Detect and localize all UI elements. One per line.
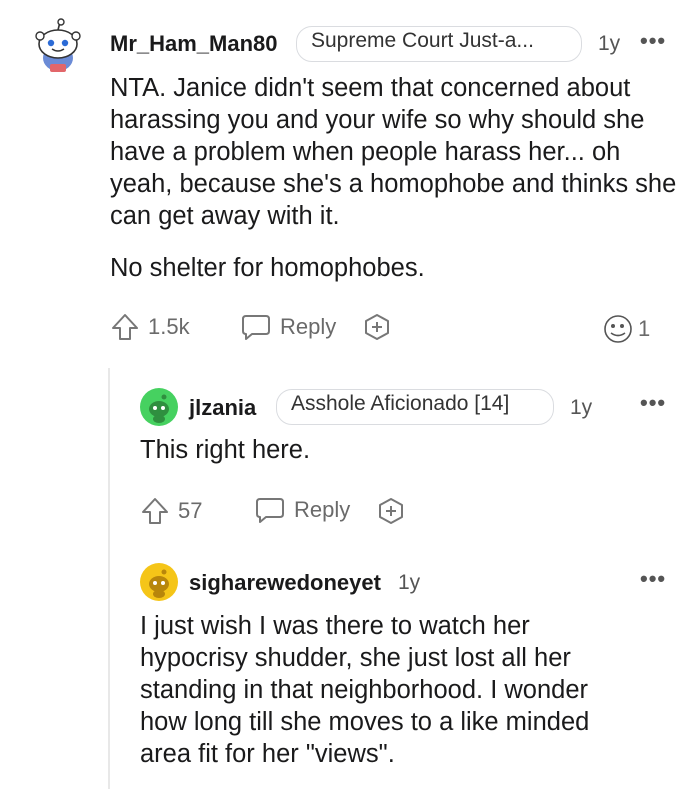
comment-body: NTA. Janice didn't seem that concerned a… <box>110 72 680 284</box>
upvote-count: 1.5k <box>148 314 190 339</box>
reply-button[interactable]: Reply <box>254 495 350 525</box>
comment-age: 1y <box>598 32 621 55</box>
more-options-button[interactable]: ••• <box>640 390 666 416</box>
speech-bubble-icon <box>240 312 272 342</box>
green-snoo-avatar-icon[interactable] <box>140 388 178 426</box>
comment-paragraph: I just wish I was there to watch her hyp… <box>140 612 590 768</box>
user-flair: Supreme Court Just-a... <box>296 26 582 62</box>
comment-username[interactable]: sigharewedoneyet <box>189 570 381 596</box>
comment-username[interactable]: jlzania <box>189 395 256 421</box>
award-badge[interactable]: 1 <box>602 314 650 344</box>
comment-paragraph: No shelter for homophobes. <box>110 254 425 282</box>
award-plus-icon <box>376 496 406 526</box>
award-count: 1 <box>638 316 651 341</box>
upvote-arrow-icon <box>140 496 170 526</box>
comment-paragraph: NTA. Janice didn't seem that concerned a… <box>110 74 677 230</box>
more-options-button[interactable]: ••• <box>640 28 666 54</box>
more-options-button[interactable]: ••• <box>640 566 666 592</box>
user-flair: Asshole Aficionado [14] <box>276 389 554 425</box>
comment-age: 1y <box>398 571 421 594</box>
award-plus-icon <box>362 312 392 342</box>
upvote-count: 57 <box>178 498 203 523</box>
reply-button[interactable]: Reply <box>240 312 336 342</box>
award-button[interactable] <box>362 312 392 342</box>
award-face-icon <box>602 314 636 344</box>
comment-age: 1y <box>570 396 593 419</box>
snoo-avatar-icon[interactable] <box>30 18 88 80</box>
thread-line[interactable] <box>108 368 110 789</box>
reply-label: Reply <box>294 497 351 522</box>
award-button[interactable] <box>376 496 406 526</box>
comment-paragraph: This right here. <box>140 436 311 464</box>
yellow-snoo-avatar-icon[interactable] <box>140 563 178 601</box>
reply-label: Reply <box>280 314 337 339</box>
comment-username[interactable]: Mr_Ham_Man80 <box>110 31 278 57</box>
comment-body: I just wish I was there to watch her hyp… <box>140 610 640 770</box>
upvote-button[interactable]: 57 <box>140 496 202 526</box>
comment-body: This right here. <box>140 434 660 466</box>
speech-bubble-icon <box>254 495 286 525</box>
upvote-arrow-icon <box>110 312 140 342</box>
upvote-button[interactable]: 1.5k <box>110 312 190 342</box>
